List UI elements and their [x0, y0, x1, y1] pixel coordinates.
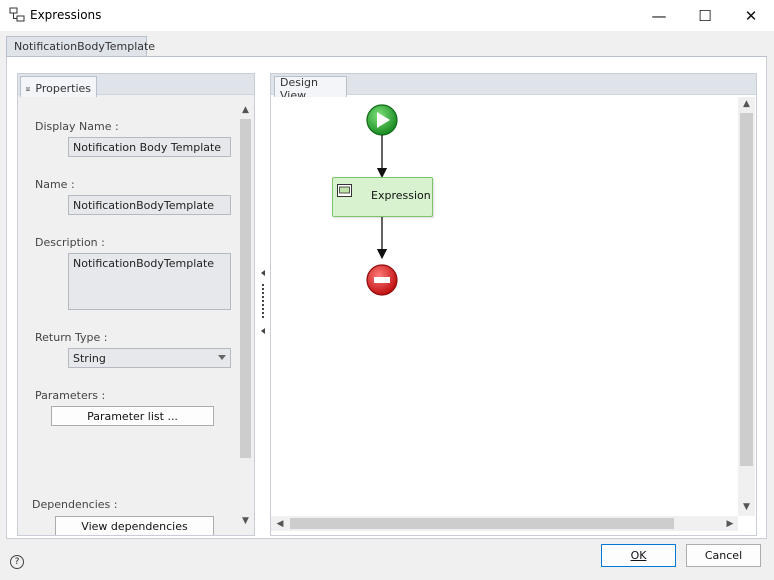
return-type-label: Return Type : — [35, 331, 108, 344]
tab-design-view[interactable]: Design View — [274, 76, 347, 102]
dependencies-clip: View dependencies — [18, 515, 238, 535]
window-title: Expressions — [30, 8, 102, 22]
splitter-grip[interactable] — [262, 284, 264, 318]
view-dependencies-button[interactable]: View dependencies — [55, 516, 214, 535]
description-field[interactable]: NotificationBodyTemplate — [68, 253, 231, 310]
expressions-app-icon — [9, 7, 25, 22]
expression-node-icon — [337, 184, 352, 197]
dependencies-label: Dependencies : — [32, 498, 118, 511]
tab-notification-body-template[interactable]: NotificationBodyTemplate — [6, 36, 155, 57]
workflow-diagram — [366, 104, 398, 296]
tab-properties-label: Properties — [35, 82, 91, 95]
design-scroll-down-arrow-icon[interactable]: ▼ — [738, 500, 755, 514]
design-scroll-right-arrow-icon[interactable]: ▶ — [723, 516, 737, 531]
display-name-field[interactable]: Notification Body Template — [68, 137, 231, 157]
properties-icon — [26, 86, 31, 91]
display-name-label: Display Name : — [35, 120, 119, 133]
tab-properties[interactable]: Properties — [20, 76, 97, 97]
parameters-label: Parameters : — [35, 389, 106, 402]
stop-node[interactable] — [366, 264, 398, 296]
minimize-button[interactable]: — — [636, 0, 682, 31]
stop-icon — [374, 277, 390, 283]
scroll-up-arrow-icon[interactable]: ▲ — [238, 103, 253, 117]
collapse-left-arrow-icon[interactable] — [261, 270, 265, 276]
help-icon[interactable]: ? — [10, 555, 24, 569]
parameter-list-button[interactable]: Parameter list ... — [51, 406, 214, 426]
collapse-left-arrow-icon-lower[interactable] — [261, 328, 265, 334]
description-label: Description : — [35, 236, 105, 249]
cancel-button-label: Cancel — [704, 549, 743, 562]
name-field[interactable]: NotificationBodyTemplate — [68, 195, 231, 215]
properties-scroll-thumb[interactable] — [240, 119, 251, 458]
ok-button-label: OK — [630, 549, 647, 562]
maximize-button[interactable]: ☐ — [682, 0, 728, 31]
return-type-value: String — [73, 352, 106, 365]
expression-node-label: Expression — [371, 189, 431, 202]
name-label: Name : — [35, 178, 75, 191]
design-horizontal-scroll-thumb[interactable] — [290, 518, 674, 529]
ok-button[interactable]: OK — [601, 544, 676, 567]
scroll-down-arrow-icon[interactable]: ▼ — [238, 514, 253, 528]
design-scroll-left-arrow-icon[interactable]: ◀ — [273, 516, 287, 531]
return-type-select[interactable]: String — [68, 348, 231, 368]
cancel-button[interactable]: Cancel — [686, 544, 761, 567]
chevron-down-icon — [218, 355, 226, 360]
design-scroll-up-arrow-icon[interactable]: ▲ — [738, 97, 755, 111]
start-node[interactable] — [366, 104, 398, 136]
close-button[interactable]: ✕ — [728, 0, 774, 31]
design-vertical-scroll-thumb[interactable] — [740, 113, 753, 466]
